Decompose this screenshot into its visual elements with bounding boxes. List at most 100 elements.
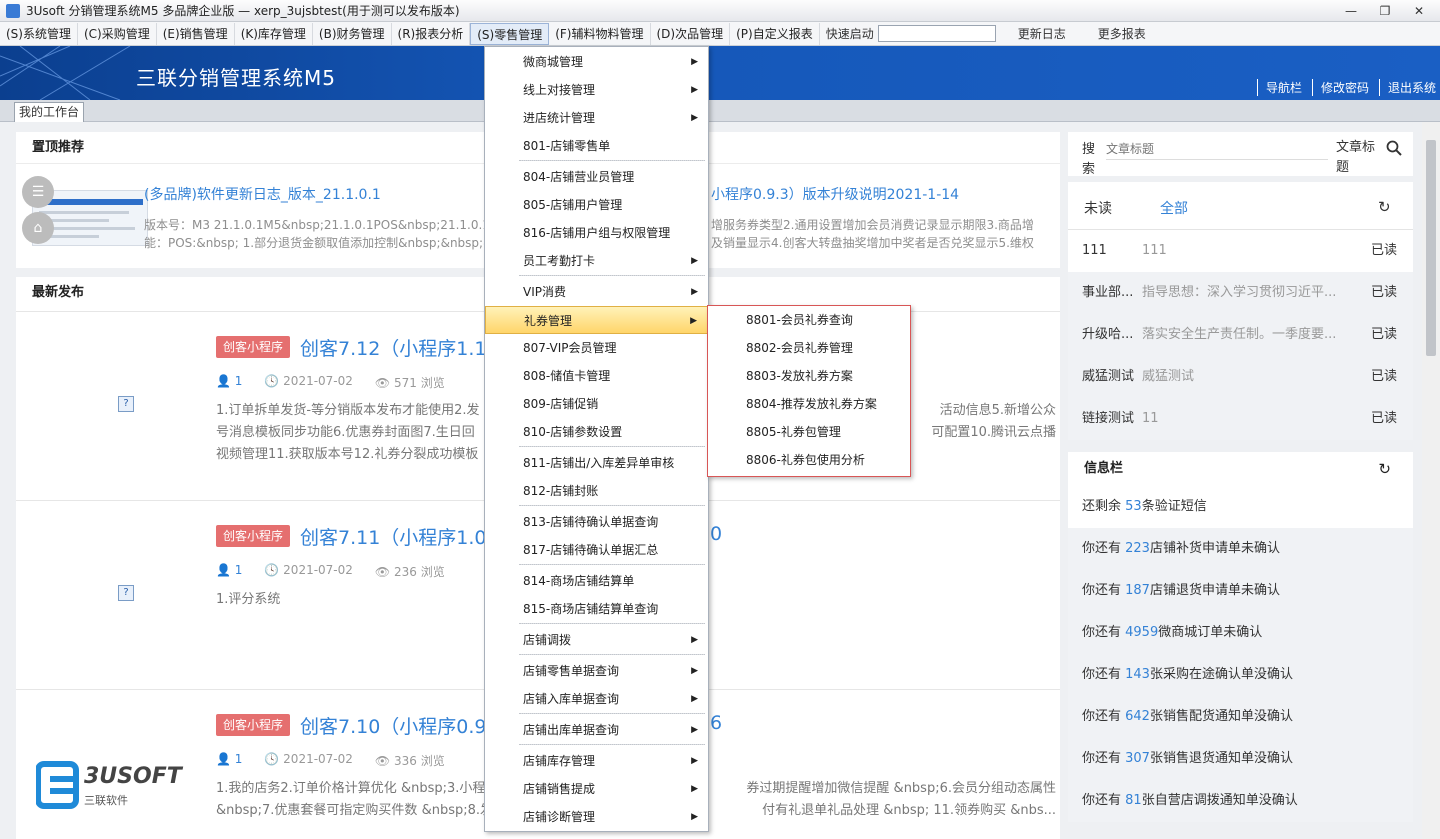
menu-item-online-docking[interactable]: 线上对接管理 ▶: [485, 76, 708, 104]
submenu-item-8804[interactable]: 8804-推荐发放礼券方案: [708, 390, 910, 418]
menu-item-814[interactable]: 814-商场店铺结算单: [485, 567, 708, 595]
menu-item-retail-query[interactable]: 店铺零售单据查询 ▶: [485, 657, 708, 685]
info-row[interactable]: 还剩余 53条验证短信: [1068, 486, 1413, 528]
message-row[interactable]: 事业部... 指导思想：深入学习贯彻习近平... 已读: [1068, 272, 1413, 314]
menu-item-813[interactable]: 813-店铺待确认单据查询: [485, 508, 708, 536]
post-meta: 👤 1 🕓 2021-07-02 👁 336 浏览: [216, 752, 445, 769]
info-row[interactable]: 你还有 143张采购在途确认单没确认: [1068, 654, 1413, 696]
message-row[interactable]: 111 111 已读: [1068, 230, 1413, 272]
message-row[interactable]: 威猛测试 威猛测试 已读: [1068, 356, 1413, 398]
menu-reports[interactable]: (R)报表分析: [392, 22, 471, 45]
menu-purchase[interactable]: (C)采购管理: [78, 22, 157, 45]
menu-item-801[interactable]: 801-店铺零售单: [485, 132, 708, 160]
quick-start: 快速启动: [820, 25, 1002, 42]
menu-item-808[interactable]: 808-储值卡管理: [485, 362, 708, 390]
info-row[interactable]: 你还有 4959微商城订单未确认: [1068, 612, 1413, 654]
info-row[interactable]: 你还有 307张销售退货通知单没确认: [1068, 738, 1413, 780]
menu-item-809[interactable]: 809-店铺促销: [485, 390, 708, 418]
menu-retail[interactable]: (S)零售管理: [470, 22, 550, 45]
message-row[interactable]: 升级哈... 落实安全生产责任制。一季度要... 已读: [1068, 314, 1413, 356]
info-row[interactable]: 你还有 223店铺补货申请单未确认: [1068, 528, 1413, 570]
menu-item-817[interactable]: 817-店铺待确认单据汇总: [485, 536, 708, 564]
menu-item-805[interactable]: 805-店铺用户管理: [485, 191, 708, 219]
menu-finance[interactable]: (B)财务管理: [313, 22, 392, 45]
menu-item-inbound-query[interactable]: 店铺入库单据查询 ▶: [485, 685, 708, 713]
refresh-icon[interactable]: ↻: [1378, 198, 1391, 216]
minimize-icon[interactable]: —: [1336, 2, 1366, 20]
menu-item-store-transfer[interactable]: 店铺调拨 ▶: [485, 626, 708, 654]
menu-system[interactable]: (S)系统管理: [0, 22, 78, 45]
quick-start-input[interactable]: [877, 25, 996, 42]
post-badge: 创客小程序: [216, 525, 291, 547]
tab-strip: 我的工作台: [0, 100, 1440, 122]
menu-inventory[interactable]: (K)库存管理: [235, 22, 313, 45]
menu-item-812[interactable]: 812-店铺封账: [485, 477, 708, 505]
post-author: 👤 1: [216, 374, 243, 388]
banner-links: 导航栏 修改密码 退出系统: [1256, 79, 1436, 96]
pinned-title-1[interactable]: (多品牌)软件更新日志_版本_21.1.0.1: [144, 184, 381, 204]
search-input[interactable]: [1106, 138, 1328, 160]
menu-defects[interactable]: (D)次品管理: [651, 22, 731, 45]
post-title[interactable]: 创客7.12（小程序1.1.0: [300, 334, 505, 361]
menu-more-reports[interactable]: 更多报表: [1082, 25, 1162, 42]
menu-item-store-stock[interactable]: 店铺库存管理 ▶: [485, 747, 708, 775]
info-refresh-icon[interactable]: ↻: [1378, 452, 1391, 486]
change-password-link[interactable]: 修改密码: [1311, 79, 1369, 96]
post-title-tail: 0: [710, 523, 723, 545]
info-row[interactable]: 你还有 81张自营店调拨通知单没确认: [1068, 780, 1413, 822]
article-search: 搜索 文章标题: [1068, 132, 1413, 177]
menu-materials[interactable]: (F)辅料物料管理: [549, 22, 651, 45]
menu-item-attendance[interactable]: 员工考勤打卡 ▶: [485, 247, 708, 275]
menu-separator: [519, 744, 705, 745]
coupon-submenu: 8801-会员礼券查询 8802-会员礼券管理 8803-发放礼券方案 8804…: [707, 305, 911, 477]
pinned-title-2[interactable]: 小程序0.9.3）版本升级说明2021-1-14: [711, 184, 959, 204]
pinned-desc-left: 版本号：M3 21.1.0.1M5&nbsp;21.1.0.1POS&nbsp;…: [144, 218, 484, 232]
nav-bar-link[interactable]: 导航栏: [1256, 79, 1302, 96]
close-icon[interactable]: ✕: [1404, 2, 1434, 20]
menu-item-store-traffic[interactable]: 进店统计管理 ▶: [485, 104, 708, 132]
info-row[interactable]: 你还有 642张销售配货通知单没确认: [1068, 696, 1413, 738]
window-title: 3Usoft 分销管理系统M5 多品牌企业版 — xerp_3ujsbtest(…: [26, 4, 460, 18]
read-tabs: 未读 全部 ↻: [1068, 182, 1413, 232]
tab-workspace[interactable]: 我的工作台: [14, 102, 85, 122]
post-author: 👤 1: [216, 752, 243, 766]
home-fab-icon[interactable]: ⌂: [22, 212, 54, 244]
post-views: 👁 336 浏览: [374, 754, 445, 768]
menu-sales[interactable]: (E)销售管理: [157, 22, 235, 45]
menu-item-804[interactable]: 804-店铺营业员管理: [485, 163, 708, 191]
menu-separator: [519, 505, 705, 506]
post-image-icon: ?: [118, 585, 134, 601]
post-title[interactable]: 创客7.11（小程序1.0.2: [300, 523, 505, 550]
menu-item-810[interactable]: 810-店铺参数设置: [485, 418, 708, 446]
submenu-item-8805[interactable]: 8805-礼券包管理: [708, 418, 910, 446]
restore-icon[interactable]: ❐: [1370, 2, 1400, 20]
submenu-item-8803[interactable]: 8803-发放礼券方案: [708, 362, 910, 390]
message-row[interactable]: 链接测试 11 已读: [1068, 398, 1413, 440]
menu-item-wechat-mall[interactable]: 微商城管理 ▶: [485, 48, 708, 76]
menu-item-diagnosis[interactable]: 店铺诊断管理 ▶: [485, 803, 708, 831]
submenu-item-8806[interactable]: 8806-礼券包使用分析: [708, 446, 910, 474]
post-meta: 👤 1 🕓 2021-07-02 👁 571 浏览: [216, 374, 445, 391]
submenu-item-8801[interactable]: 8801-会员礼券查询: [708, 306, 910, 334]
tab-unread[interactable]: 未读: [1084, 198, 1112, 218]
menu-item-outbound-query[interactable]: 店铺出库单据查询 ▶: [485, 716, 708, 744]
menu-item-commission[interactable]: 店铺销售提成 ▶: [485, 775, 708, 803]
menu-changelog[interactable]: 更新日志: [1002, 25, 1082, 42]
brand-title: 三联分销管理系统M5: [136, 66, 336, 90]
tab-all[interactable]: 全部: [1144, 198, 1204, 232]
logout-link[interactable]: 退出系统: [1378, 79, 1436, 96]
menu-item-811[interactable]: 811-店铺出/入库差异单审核: [485, 449, 708, 477]
logo-text: 3USOFT: [84, 764, 182, 789]
menu-item-vip-consume[interactable]: VIP消费 ▶: [485, 278, 708, 306]
vertical-scrollbar[interactable]: [1422, 122, 1440, 839]
search-icon[interactable]: [1386, 140, 1402, 156]
menu-custom-reports[interactable]: (P)自定义报表: [730, 22, 820, 45]
menu-fab-icon[interactable]: ☰: [22, 176, 54, 208]
post-title[interactable]: 创客7.10（小程序0.9.8: [300, 712, 505, 739]
info-row[interactable]: 你还有 187店铺退货申请单未确认: [1068, 570, 1413, 612]
menu-item-807[interactable]: 807-VIP会员管理: [485, 334, 708, 362]
menu-item-coupons[interactable]: 礼券管理 ▶: [485, 306, 708, 334]
menu-item-815[interactable]: 815-商场店铺结算单查询: [485, 595, 708, 623]
menu-item-816[interactable]: 816-店铺用户组与权限管理: [485, 219, 708, 247]
submenu-item-8802[interactable]: 8802-会员礼券管理: [708, 334, 910, 362]
